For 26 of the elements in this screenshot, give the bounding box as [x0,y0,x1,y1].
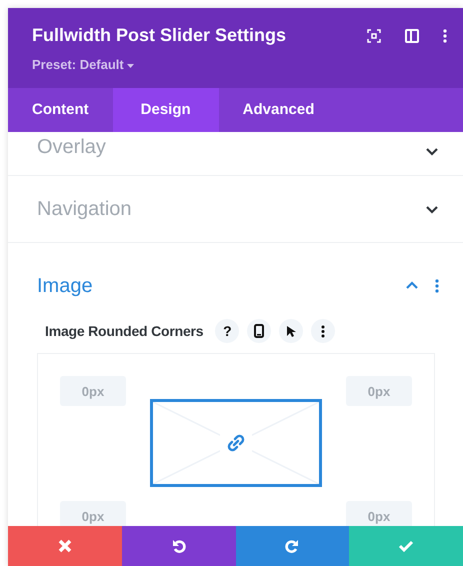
link-icon[interactable] [226,433,246,453]
split-view-icon[interactable] [405,28,419,42]
check-icon [398,538,414,554]
panel-title: Fullwidth Post Slider Settings [32,24,286,47]
caret-icon [127,64,134,68]
corner-input-field[interactable]: 0px [60,501,126,526]
setting-label: Image Rounded Corners [45,322,204,341]
mobile-icon[interactable] [247,319,272,343]
close-icon [56,538,73,554]
tab[interactable]: Advanced [218,88,338,132]
more-options-icon[interactable] [311,319,336,343]
corner-input-field[interactable]: 0px [60,376,126,406]
corner-input-field[interactable]: 0px [346,501,412,526]
tab[interactable]: Design [112,88,219,132]
preset-dropdown[interactable]: Preset: Default [32,55,134,74]
redo-icon [284,538,300,554]
more-options-icon[interactable] [443,28,447,42]
cursor-icon[interactable] [279,319,304,343]
section-title[interactable]: Navigation [37,194,132,224]
section-title[interactable]: Overlay [37,132,106,162]
undo-icon [170,538,187,554]
corner-input-field[interactable]: 0px [346,376,412,406]
help-button[interactable]: ? [215,319,240,343]
section-title[interactable]: Image [37,271,93,301]
tab[interactable]: Content [8,88,113,132]
fullscreen-icon[interactable] [367,28,381,42]
